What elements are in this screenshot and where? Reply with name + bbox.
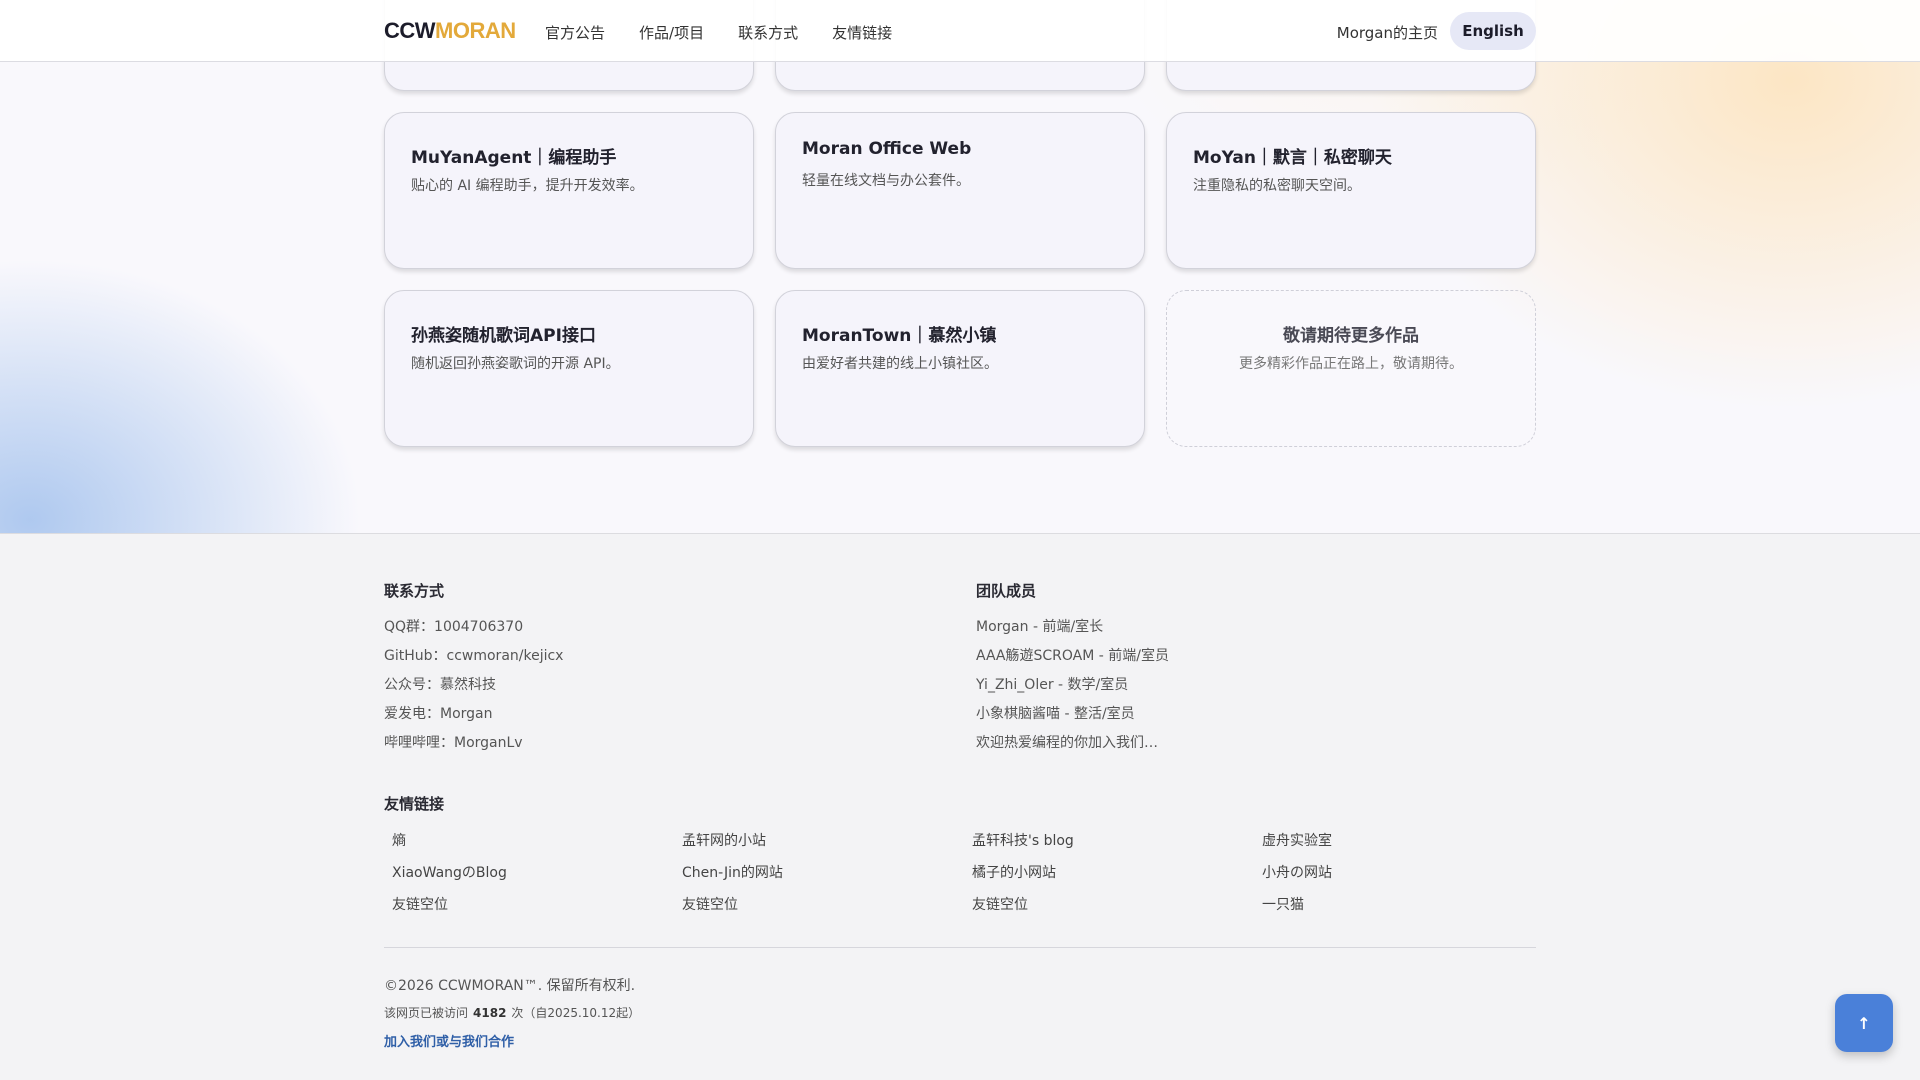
project-card-coming-soon: 敬请期待更多作品 更多精彩作品正在路上，敬请期待。 bbox=[1166, 290, 1536, 447]
friend-link[interactable]: 一只猫 bbox=[1262, 894, 1304, 914]
nav-projects[interactable]: 作品/项目 bbox=[639, 22, 704, 43]
project-card-moyan[interactable]: MoYan｜默言｜私密聊天 注重隐私的私密聊天空间。 bbox=[1166, 112, 1536, 269]
logo-text-moran: MORAN bbox=[435, 18, 516, 43]
language-toggle-button[interactable]: English bbox=[1450, 12, 1536, 50]
team-member: 小象棋脑酱喵 - 整活/室员 bbox=[976, 706, 1135, 722]
copyright-text: ©2026 CCWMORAN™. 保留所有权利. bbox=[384, 978, 636, 994]
project-card-lyrics-api[interactable]: 孙燕姿随机歌词API接口 随机返回孙燕姿歌词的开源 API。 bbox=[384, 290, 754, 447]
friend-link[interactable]: XiaoWangのBlog bbox=[392, 862, 507, 882]
contact-qq-group: QQ群：1004706370 bbox=[384, 619, 524, 635]
team-join-invite: 欢迎热爱编程的你加入我们… bbox=[976, 735, 1158, 751]
visit-counter-prefix: 该网页已被访问 bbox=[384, 1006, 469, 1020]
project-title: MoYan｜默言｜私密聊天 bbox=[1193, 148, 1392, 168]
friend-links-heading: 友情链接 bbox=[384, 795, 445, 813]
footer-divider bbox=[384, 947, 1536, 948]
project-desc: 轻量在线文档与办公套件。 bbox=[802, 173, 970, 189]
project-title: Moran Office Web bbox=[802, 139, 972, 159]
morgan-homepage-link[interactable]: Morgan的主页 bbox=[1337, 22, 1438, 43]
coming-soon-title: 敬请期待更多作品 bbox=[1283, 326, 1419, 346]
main-nav: 官方公告 作品/项目 联系方式 友情链接 bbox=[545, 22, 892, 43]
project-title: MoranTown｜慕然小镇 bbox=[802, 326, 997, 346]
team-heading: 团队成员 bbox=[976, 582, 1037, 600]
visit-counter-suffix: 次（自2025.10.12起） bbox=[511, 1006, 641, 1020]
friend-link[interactable]: 虚舟实验室 bbox=[1262, 830, 1332, 850]
project-card-muyanagent[interactable]: MuYanAgent｜编程助手 贴心的 AI 编程助手，提升开发效率。 bbox=[384, 112, 754, 269]
visit-counter: 该网页已被访问 4182 次（自2025.10.12起） bbox=[384, 1004, 640, 1021]
site-logo[interactable]: CCWMORAN bbox=[384, 18, 516, 44]
team-member: Morgan - 前端/室长 bbox=[976, 619, 1104, 635]
contact-bilibili[interactable]: 哔哩哔哩：MorganLv bbox=[384, 732, 523, 752]
project-card-morantown[interactable]: MoranTown｜慕然小镇 由爱好者共建的线上小镇社区。 bbox=[775, 290, 1145, 447]
top-navbar: CCWMORAN 官方公告 作品/项目 联系方式 友情链接 Morgan的主页 … bbox=[0, 0, 1920, 62]
back-to-top-button[interactable]: ↑ bbox=[1835, 994, 1893, 1052]
arrow-up-icon: ↑ bbox=[1857, 1013, 1871, 1033]
friend-link[interactable]: Chen-Jin的网站 bbox=[682, 862, 783, 882]
project-title: MuYanAgent｜编程助手 bbox=[411, 148, 617, 168]
team-member: Yi_Zhi_Oler - 数学/室员 bbox=[976, 677, 1129, 693]
friend-link[interactable]: 孟轩科技's blog bbox=[972, 830, 1074, 850]
project-card-moran-office[interactable]: Moran Office Web 轻量在线文档与办公套件。 bbox=[775, 112, 1145, 269]
friend-link-empty-slot[interactable]: 友链空位 bbox=[392, 894, 448, 914]
project-desc: 由爱好者共建的线上小镇社区。 bbox=[802, 356, 998, 372]
contact-wechat-account: 公众号：慕然科技 bbox=[384, 677, 496, 693]
logo-text-ccw: CCW bbox=[384, 18, 436, 43]
project-desc: 随机返回孙燕姿歌词的开源 API。 bbox=[411, 356, 620, 372]
project-desc: 注重隐私的私密聊天空间。 bbox=[1193, 178, 1361, 194]
friend-link[interactable]: 熵 bbox=[392, 830, 406, 850]
friend-link-empty-slot[interactable]: 友链空位 bbox=[682, 894, 738, 914]
coming-soon-desc: 更多精彩作品正在路上，敬请期待。 bbox=[1239, 356, 1463, 372]
project-desc: 贴心的 AI 编程助手，提升开发效率。 bbox=[411, 178, 644, 194]
contact-heading: 联系方式 bbox=[384, 582, 445, 600]
site-footer: 联系方式 QQ群：1004706370 GitHub：ccwmoran/keji… bbox=[0, 533, 1920, 1080]
contact-afdian[interactable]: 爱发电：Morgan bbox=[384, 703, 493, 723]
visit-count: 4182 bbox=[473, 1006, 507, 1020]
nav-friend-links[interactable]: 友情链接 bbox=[832, 22, 892, 43]
friend-link[interactable]: 橘子的小网站 bbox=[972, 862, 1056, 882]
friend-link-empty-slot[interactable]: 友链空位 bbox=[972, 894, 1028, 914]
nav-contact[interactable]: 联系方式 bbox=[738, 22, 798, 43]
contact-github[interactable]: GitHub：ccwmoran/kejicx bbox=[384, 645, 563, 665]
team-member: AAA觞遊SCROAM - 前端/室员 bbox=[976, 648, 1169, 664]
friend-link[interactable]: 孟轩网的小站 bbox=[682, 830, 766, 850]
friend-link[interactable]: 小舟の网站 bbox=[1262, 862, 1332, 882]
join-us-link[interactable]: 加入我们或与我们合作 bbox=[384, 1031, 514, 1050]
nav-announcements[interactable]: 官方公告 bbox=[545, 22, 605, 43]
project-title: 孙燕姿随机歌词API接口 bbox=[411, 326, 596, 346]
